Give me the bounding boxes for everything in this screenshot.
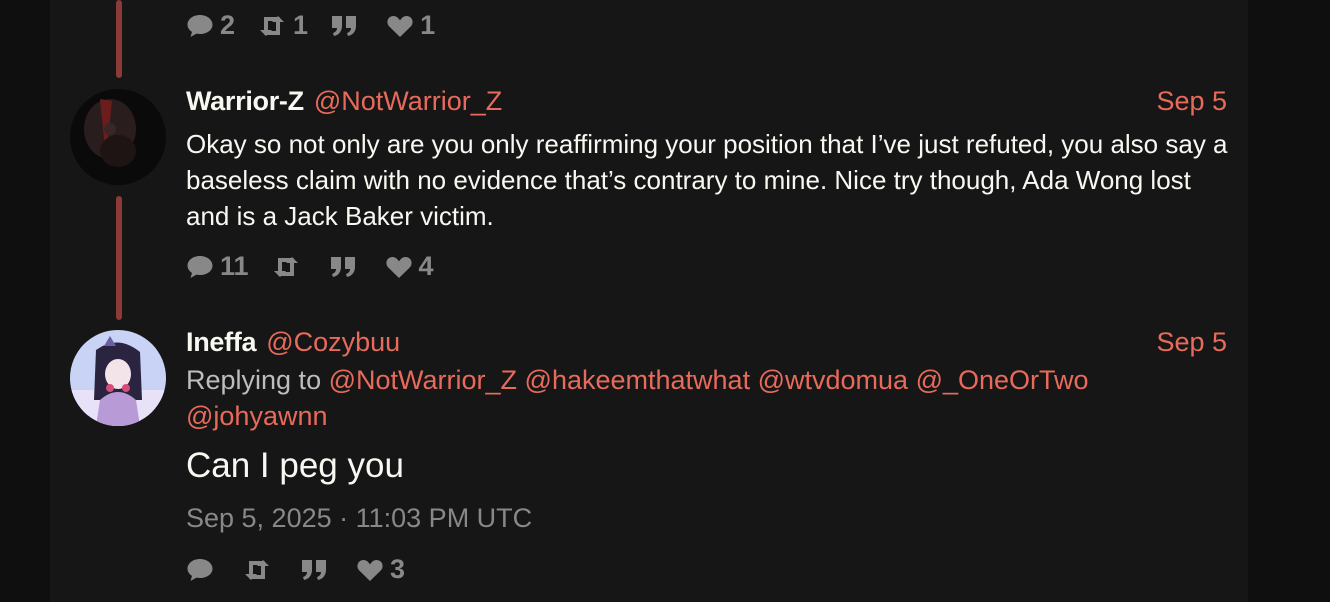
like-count: 4	[418, 251, 434, 281]
retweet-stat[interactable]: 1	[257, 10, 308, 41]
heart-icon	[385, 256, 412, 278]
reply-count: 2	[220, 10, 236, 40]
fullname[interactable]: Ineffa	[186, 327, 257, 358]
like-count: 3	[390, 554, 406, 584]
retweet-stat[interactable]	[271, 255, 307, 279]
quote-icon	[330, 256, 355, 277]
retweet-count: 1	[293, 10, 309, 40]
fullname[interactable]: Warrior-Z	[186, 86, 304, 117]
retweet-stat[interactable]	[242, 558, 278, 582]
replying-label: Replying to	[186, 365, 322, 395]
mention-link[interactable]: @wtvdomua	[758, 365, 908, 395]
tweet-stats: 11 4	[186, 251, 456, 282]
mention-link[interactable]: @hakeemthatwhat	[525, 365, 751, 395]
heart-icon	[387, 15, 413, 37]
username[interactable]: @Cozybuu	[266, 327, 400, 358]
tweet-stats: 3	[186, 554, 427, 585]
tweet-content: Okay so not only are you only reaffirmin…	[186, 129, 1228, 231]
like-stat[interactable]: 4	[385, 251, 434, 282]
mention-link[interactable]: @johyawnn	[186, 401, 328, 431]
comment-icon	[187, 558, 213, 581]
quote-stat[interactable]	[330, 14, 364, 38]
avatar[interactable]	[70, 330, 166, 426]
reply-stat[interactable]: 11	[186, 251, 249, 282]
heart-icon	[357, 559, 383, 581]
quote-icon	[302, 559, 326, 580]
tweet-header: Warrior-Z @NotWarrior_Z Sep 5	[186, 86, 1227, 117]
replying-to: Replying to @NotWarrior_Z @hakeemthatwha…	[186, 362, 1186, 434]
reply-stat[interactable]	[186, 557, 220, 583]
tweet-stats: 2 1 1	[186, 10, 457, 41]
tweet-timestamp[interactable]: Sep 5, 2025 · 11:03 PM UTC	[186, 503, 532, 534]
username[interactable]: @NotWarrior_Z	[314, 86, 502, 117]
mention-link[interactable]: @_OneOrTwo	[916, 365, 1089, 395]
avatar-image	[70, 89, 166, 185]
tweet-date[interactable]: Sep 5	[1156, 86, 1227, 117]
reply-stat[interactable]: 2	[186, 10, 235, 41]
quote-icon	[332, 15, 357, 36]
like-stat[interactable]: 3	[356, 554, 405, 585]
like-count: 1	[420, 10, 436, 40]
thread-line	[116, 0, 122, 78]
like-stat[interactable]: 1	[386, 10, 435, 41]
tweet-content: Can I peg you	[186, 446, 404, 485]
quote-stat[interactable]	[300, 558, 334, 582]
retweet-icon	[273, 256, 298, 277]
comment-icon	[187, 14, 213, 37]
avatar-image	[70, 330, 166, 426]
tweet-date[interactable]: Sep 5	[1156, 327, 1227, 358]
comment-icon	[187, 255, 213, 278]
retweet-icon	[260, 15, 285, 36]
tweet-header: Ineffa @Cozybuu Sep 5	[186, 327, 1227, 358]
mention-link[interactable]: @NotWarrior_Z	[329, 365, 517, 395]
retweet-icon	[245, 559, 269, 580]
reply-count: 11	[220, 251, 249, 281]
avatar[interactable]	[70, 89, 166, 185]
thread-line	[116, 196, 122, 320]
quote-stat[interactable]	[329, 255, 363, 279]
